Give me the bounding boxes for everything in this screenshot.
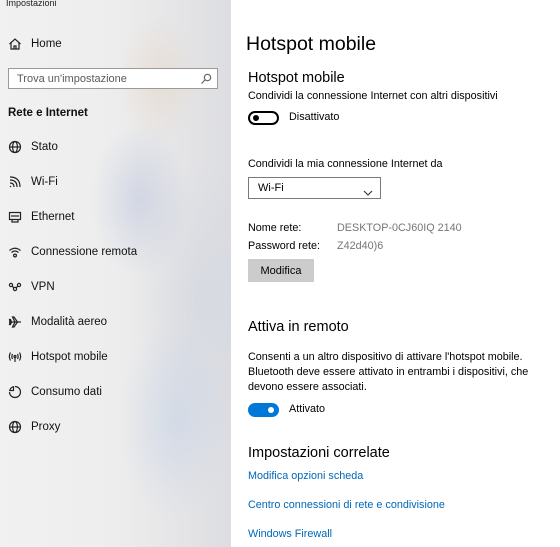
toggle-knob bbox=[268, 407, 274, 413]
sidebar-item-hotspot-mobile[interactable]: Hotspot mobile bbox=[0, 342, 231, 372]
sidebar-item-label: Hotspot mobile bbox=[31, 351, 108, 363]
sidebar-item-label: Wi-Fi bbox=[31, 176, 58, 188]
remote-toggle[interactable] bbox=[248, 403, 279, 417]
remote-description-line-1: Consenti a un altro dispositivo di attiv… bbox=[248, 351, 523, 363]
sidebar-item-label: Consumo dati bbox=[31, 386, 102, 398]
globe-status-icon bbox=[7, 139, 23, 155]
chevron-down-icon bbox=[363, 184, 373, 196]
network-password-label: Password rete: bbox=[248, 240, 321, 252]
remote-description-line-2: Bluetooth deve essere attivato in entram… bbox=[248, 366, 529, 378]
related-heading: Impostazioni correlate bbox=[248, 445, 390, 461]
airplane-icon bbox=[7, 314, 23, 330]
sidebar-item-label: Connessione remota bbox=[31, 246, 138, 258]
sidebar: Impostazioni Home Rete e Internet Stato … bbox=[0, 0, 231, 547]
network-name-label: Nome rete: bbox=[248, 222, 302, 234]
remote-toggle-state: Attivato bbox=[289, 403, 326, 415]
sidebar-item-label: Modalità aereo bbox=[31, 316, 108, 328]
sidebar-item-consumo-dati[interactable]: Consumo dati bbox=[0, 377, 231, 407]
sidebar-item-label: VPN bbox=[31, 281, 55, 293]
dialup-icon bbox=[7, 244, 23, 260]
sidebar-item-connessione-remota[interactable]: Connessione remota bbox=[0, 237, 231, 267]
hotspot-description: Condividi la connessione Internet con al… bbox=[248, 90, 498, 102]
remote-heading: Attiva in remoto bbox=[248, 319, 349, 335]
sidebar-item-ethernet[interactable]: Ethernet bbox=[0, 202, 231, 232]
search-icon[interactable] bbox=[200, 72, 212, 84]
edit-button[interactable]: Modifica bbox=[248, 259, 314, 282]
sidebar-item-label: Home bbox=[31, 38, 62, 50]
main-content: Hotspot mobile Hotspot mobile Condividi … bbox=[231, 0, 560, 547]
share-from-dropdown[interactable]: Wi-Fi bbox=[248, 177, 381, 199]
ethernet-icon bbox=[7, 209, 23, 225]
section-title: Rete e Internet bbox=[8, 107, 88, 119]
remote-description-line-3: devono essere associati. bbox=[248, 381, 367, 393]
sidebar-item-label: Ethernet bbox=[31, 211, 75, 223]
hotspot-icon bbox=[7, 349, 23, 365]
page-title: Hotspot mobile bbox=[246, 33, 377, 55]
link-centro-connessioni[interactable]: Centro connessioni di rete e condivision… bbox=[248, 499, 445, 511]
link-windows-firewall[interactable]: Windows Firewall bbox=[248, 528, 332, 540]
data-usage-icon bbox=[7, 384, 23, 400]
sidebar-item-modalita-aereo[interactable]: Modalità aereo bbox=[0, 307, 231, 337]
hotspot-toggle[interactable] bbox=[248, 111, 279, 125]
sidebar-item-home[interactable]: Home bbox=[0, 29, 231, 59]
home-icon bbox=[7, 36, 23, 52]
globe-proxy-icon bbox=[7, 419, 23, 435]
network-name-value: DESKTOP-0CJ60IQ 2140 bbox=[337, 222, 462, 234]
network-password-value: Z42d40)6 bbox=[337, 240, 384, 252]
toggle-knob bbox=[253, 115, 259, 121]
sidebar-item-wifi[interactable]: Wi-Fi bbox=[0, 167, 231, 197]
sidebar-item-label: Stato bbox=[31, 141, 58, 153]
sidebar-item-vpn[interactable]: VPN bbox=[0, 272, 231, 302]
hotspot-heading: Hotspot mobile bbox=[248, 70, 345, 86]
share-from-selected: Wi-Fi bbox=[258, 182, 284, 194]
window-title: Impostazioni bbox=[6, 0, 57, 8]
search-box[interactable] bbox=[8, 68, 218, 89]
search-input[interactable] bbox=[9, 69, 197, 88]
sidebar-item-stato[interactable]: Stato bbox=[0, 132, 231, 162]
wifi-icon bbox=[7, 174, 23, 190]
hotspot-toggle-state: Disattivato bbox=[289, 111, 340, 123]
vpn-icon bbox=[7, 279, 23, 295]
share-from-label: Condividi la mia connessione Internet da bbox=[248, 158, 443, 170]
link-modifica-opzioni-scheda[interactable]: Modifica opzioni scheda bbox=[248, 470, 363, 482]
sidebar-item-label: Proxy bbox=[31, 421, 61, 433]
sidebar-item-proxy[interactable]: Proxy bbox=[0, 412, 231, 442]
